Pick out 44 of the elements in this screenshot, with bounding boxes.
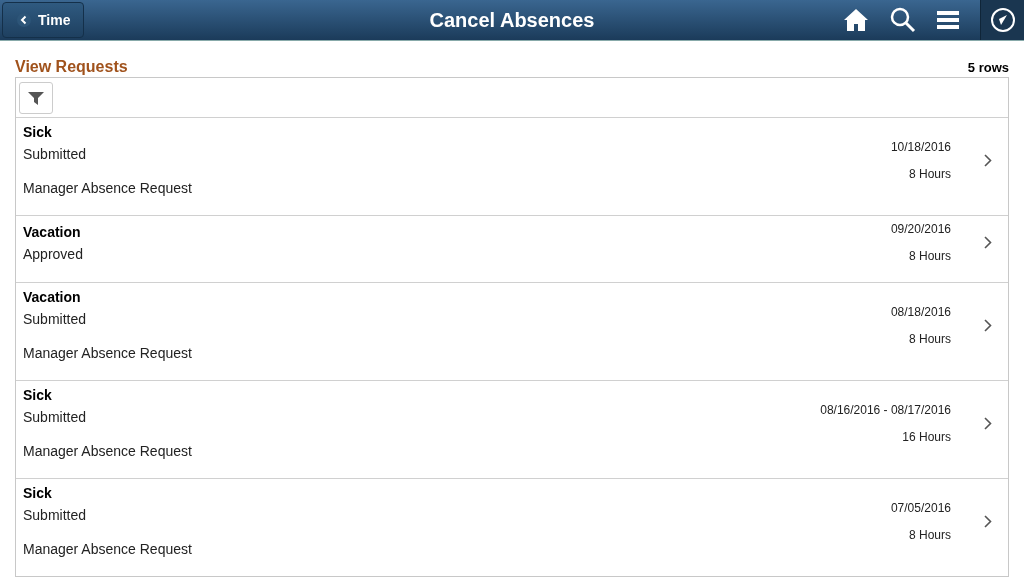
navigation-icon[interactable] — [980, 0, 1024, 40]
chevron-icon — [984, 416, 992, 430]
request-row[interactable]: Sick Submitted Manager Absence Request 08/16/2016 - 08/17/2016 16 Hours — [16, 381, 1008, 479]
section-title: View Requests — [15, 58, 128, 76]
request-row[interactable]: Vacation Approved 09/20/2016 8 Hours — [16, 216, 1008, 283]
request-source: Manager Absence Request — [23, 180, 192, 196]
home-icon[interactable] — [843, 8, 869, 32]
absence-dates: 08/18/2016 — [890, 304, 951, 319]
absence-type: Sick — [23, 485, 52, 501]
absence-dates: 10/18/2016 — [890, 139, 951, 154]
request-status: Submitted — [23, 409, 87, 425]
absence-dates: 08/16/2016 - 08/17/2016 — [820, 402, 951, 417]
absence-type: Sick — [23, 124, 52, 140]
absence-duration: 8 Hours — [908, 331, 951, 346]
absence-type: Sick — [23, 387, 52, 403]
request-source: Manager Absence Request — [23, 443, 192, 459]
search-icon[interactable] — [890, 7, 916, 33]
absence-dates: 09/20/2016 — [890, 222, 951, 236]
page-title: Cancel Absences — [429, 8, 595, 32]
back-button[interactable]: Time — [2, 2, 84, 38]
menu-icon[interactable] — [937, 10, 959, 30]
request-source: Manager Absence Request — [23, 541, 192, 557]
chevron-icon — [984, 236, 992, 249]
absence-type: Vacation — [23, 223, 81, 240]
request-row[interactable]: Sick Submitted Manager Absence Request 07/05/2016 8 Hours — [16, 479, 1008, 576]
request-source: Manager Absence Request — [23, 345, 192, 361]
request-status: Submitted — [23, 146, 87, 162]
absence-dates: 07/05/2016 — [890, 500, 951, 515]
request-status: Approved — [23, 245, 83, 262]
absence-duration: 8 Hours — [908, 527, 951, 542]
request-status: Submitted — [23, 311, 87, 327]
absence-duration: 16 Hours — [902, 429, 951, 444]
request-row[interactable]: Vacation Submitted Manager Absence Request 08/18/2016 8 Hours — [16, 283, 1008, 381]
filter-button[interactable] — [19, 81, 53, 114]
chevron-icon — [984, 153, 992, 167]
request-status: Submitted — [23, 507, 87, 523]
chevron-icon — [984, 318, 992, 332]
row-count: 5 rows — [967, 60, 1009, 75]
chevron-icon — [984, 514, 992, 528]
absence-duration: 8 Hours — [908, 249, 951, 263]
request-row[interactable]: Sick Submitted Manager Absence Request 10/18/2016 8 Hours — [16, 118, 1008, 216]
back-icon — [17, 13, 31, 27]
absence-type: Vacation — [23, 289, 81, 305]
absence-duration: 8 Hours — [908, 166, 951, 181]
